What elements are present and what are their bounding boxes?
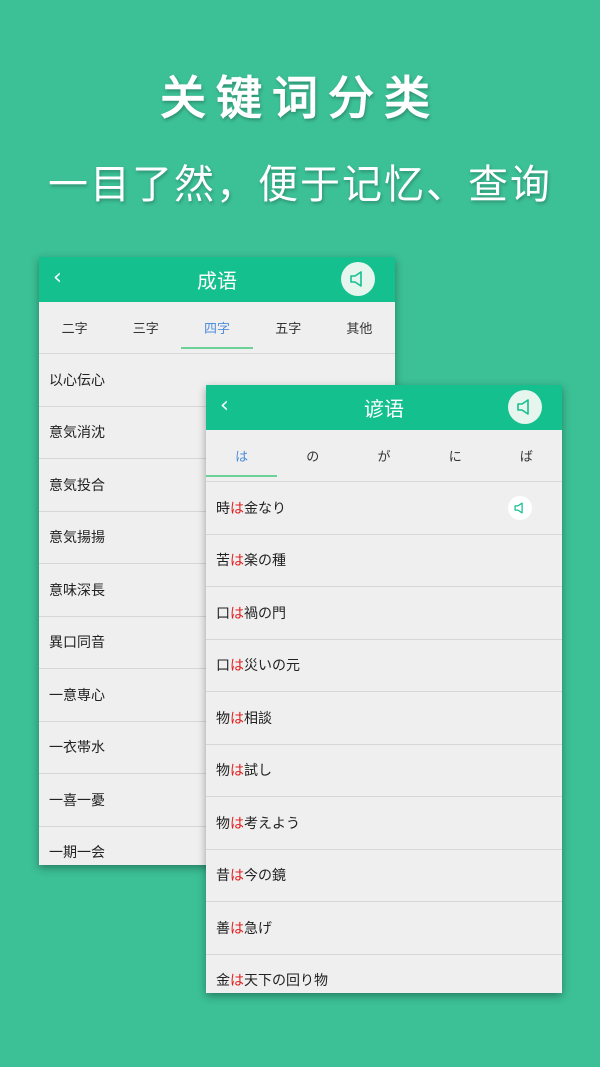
proverb-text-before: 口: [216, 658, 230, 675]
list-item[interactable]: 昔は今の鏡: [206, 850, 562, 902]
idiom-title-bar: ‹ 成语: [39, 257, 395, 302]
proverb-text-after: 天下の回り物: [244, 973, 328, 990]
tab-3[interactable]: が: [348, 430, 419, 481]
subline: 一目了然，便于记忆、查询: [48, 162, 552, 208]
proverb-tab-bar: はのがにば: [206, 430, 562, 482]
list-item[interactable]: 苦は楽の種: [206, 535, 562, 587]
proverb-panel: ‹ 谚语 はのがにば 時は金なり苦は楽の種口は禍の門口は災いの元物は相談物は試し…: [206, 385, 562, 993]
idiom-title: 成语: [197, 269, 237, 293]
list-item[interactable]: 善は急げ: [206, 902, 562, 955]
idiom-tab-bar: 二字 三字 四字 五字 其他: [39, 302, 395, 354]
proverb-text-before: 物: [216, 815, 230, 832]
headline: 关键词分类: [160, 71, 440, 125]
proverb-text-after: 考えよう: [244, 815, 300, 832]
proverb-keyword: は: [230, 973, 244, 990]
tab-1[interactable]: 二字: [39, 302, 110, 353]
tab-2[interactable]: 三字: [110, 302, 181, 353]
proverb-text-after: 禍の門: [244, 605, 286, 622]
proverb-text-after: 楽の種: [244, 553, 286, 570]
proverb-text-before: 時: [216, 500, 230, 517]
proverb-text-after: 今の鏡: [244, 868, 286, 885]
proverb-keyword: は: [230, 868, 244, 885]
tab-5[interactable]: ば: [491, 430, 562, 481]
proverb-text-before: 善: [216, 920, 230, 937]
proverb-text-after: 災いの元: [244, 658, 300, 675]
back-icon[interactable]: ‹: [53, 265, 62, 290]
list-item[interactable]: 時は金なり: [206, 482, 562, 535]
proverb-keyword: は: [230, 658, 244, 675]
proverb-text-before: 物: [216, 763, 230, 780]
list-item[interactable]: 口は禍の門: [206, 587, 562, 640]
tab-5[interactable]: 其他: [324, 302, 395, 353]
tab-2[interactable]: の: [277, 430, 348, 481]
proverb-text-before: 物: [216, 710, 230, 727]
proverb-list: 時は金なり苦は楽の種口は禍の門口は災いの元物は相談物は試し物は考えよう昔は今の鏡…: [206, 482, 562, 993]
list-item[interactable]: 金は天下の回り物: [206, 955, 562, 994]
proverb-text-before: 口: [216, 605, 230, 622]
proverb-keyword: は: [230, 553, 244, 570]
proverb-keyword: は: [230, 710, 244, 727]
speaker-icon[interactable]: [341, 262, 375, 296]
proverb-text-before: 昔: [216, 868, 230, 885]
proverb-title-bar: ‹ 谚语: [206, 385, 562, 430]
proverb-text-after: 試し: [244, 763, 272, 780]
list-item[interactable]: 物は試し: [206, 745, 562, 797]
back-icon[interactable]: ‹: [220, 393, 229, 418]
tab-4[interactable]: 五字: [253, 302, 324, 353]
tab-4[interactable]: に: [420, 430, 491, 481]
list-item[interactable]: 物は考えよう: [206, 797, 562, 850]
proverb-keyword: は: [230, 815, 244, 832]
list-item[interactable]: 口は災いの元: [206, 640, 562, 692]
proverb-title: 谚语: [364, 397, 404, 421]
proverb-text-after: 金なり: [244, 500, 286, 517]
proverb-keyword: は: [230, 605, 244, 622]
tab-3[interactable]: 四字: [181, 302, 253, 353]
speaker-icon[interactable]: [508, 496, 532, 520]
speaker-icon[interactable]: [508, 390, 542, 424]
proverb-keyword: は: [230, 500, 244, 517]
proverb-keyword: は: [230, 763, 244, 780]
list-item[interactable]: 物は相談: [206, 692, 562, 745]
proverb-text-before: 苦: [216, 553, 230, 570]
proverb-text-before: 金: [216, 973, 230, 990]
proverb-keyword: は: [230, 920, 244, 937]
proverb-text-after: 急げ: [244, 920, 272, 937]
proverb-text-after: 相談: [244, 710, 272, 727]
tab-1[interactable]: は: [206, 430, 278, 481]
